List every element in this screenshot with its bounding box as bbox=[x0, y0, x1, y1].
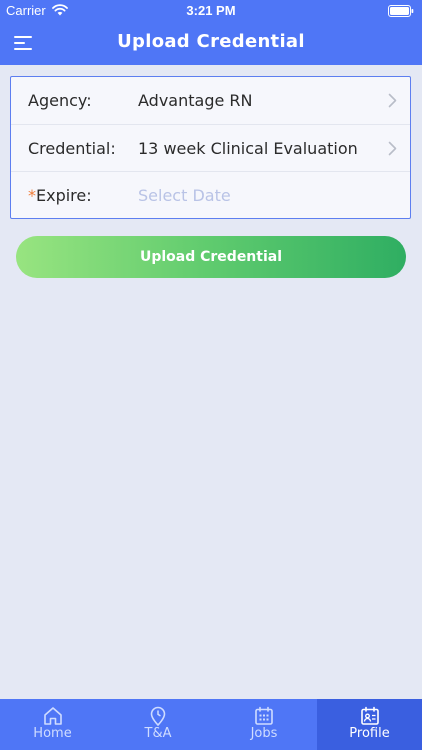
battery-icon bbox=[388, 5, 414, 17]
credential-row[interactable]: Credential: 13 week Clinical Evaluation bbox=[11, 124, 410, 171]
calendar-icon bbox=[255, 706, 273, 725]
profile-card-icon bbox=[360, 706, 379, 725]
tab-jobs-label: Jobs bbox=[250, 726, 278, 741]
tab-profile-label: Profile bbox=[349, 726, 390, 741]
tab-profile[interactable]: Profile bbox=[317, 699, 422, 750]
agency-label: Agency: bbox=[28, 91, 92, 110]
agency-value: Advantage RN bbox=[138, 91, 253, 110]
status-time: 3:21 PM bbox=[186, 3, 236, 18]
status-bar: Carrier 3:21 PM bbox=[0, 0, 422, 22]
page-title: Upload Credential bbox=[117, 31, 305, 52]
tab-ta[interactable]: T&A bbox=[105, 699, 211, 750]
expire-date-field[interactable]: Select Date bbox=[138, 186, 231, 205]
location-pin-icon bbox=[150, 706, 166, 726]
agency-row[interactable]: Agency: Advantage RN bbox=[11, 77, 410, 124]
expire-row[interactable]: *Expire: Select Date bbox=[11, 171, 410, 218]
credential-label: Credential: bbox=[28, 139, 116, 158]
home-icon bbox=[43, 707, 62, 725]
chevron-right-icon bbox=[388, 141, 397, 156]
header: Carrier 3:21 PM Upload Credential bbox=[0, 0, 422, 65]
tab-home[interactable]: Home bbox=[0, 699, 105, 750]
required-mark: * bbox=[28, 186, 36, 205]
chevron-right-icon bbox=[388, 93, 397, 108]
upload-credential-button[interactable]: Upload Credential bbox=[16, 236, 406, 278]
expire-label: *Expire: bbox=[28, 186, 92, 205]
tab-home-label: Home bbox=[33, 726, 72, 741]
credential-value: 13 week Clinical Evaluation bbox=[138, 139, 358, 158]
tab-jobs[interactable]: Jobs bbox=[211, 699, 317, 750]
tab-ta-label: T&A bbox=[144, 726, 172, 741]
expire-label-text: Expire: bbox=[36, 186, 92, 205]
tab-bar: Home T&A Jobs Profile bbox=[0, 699, 422, 750]
credential-form: Agency: Advantage RN Credential: 13 week… bbox=[10, 76, 411, 219]
